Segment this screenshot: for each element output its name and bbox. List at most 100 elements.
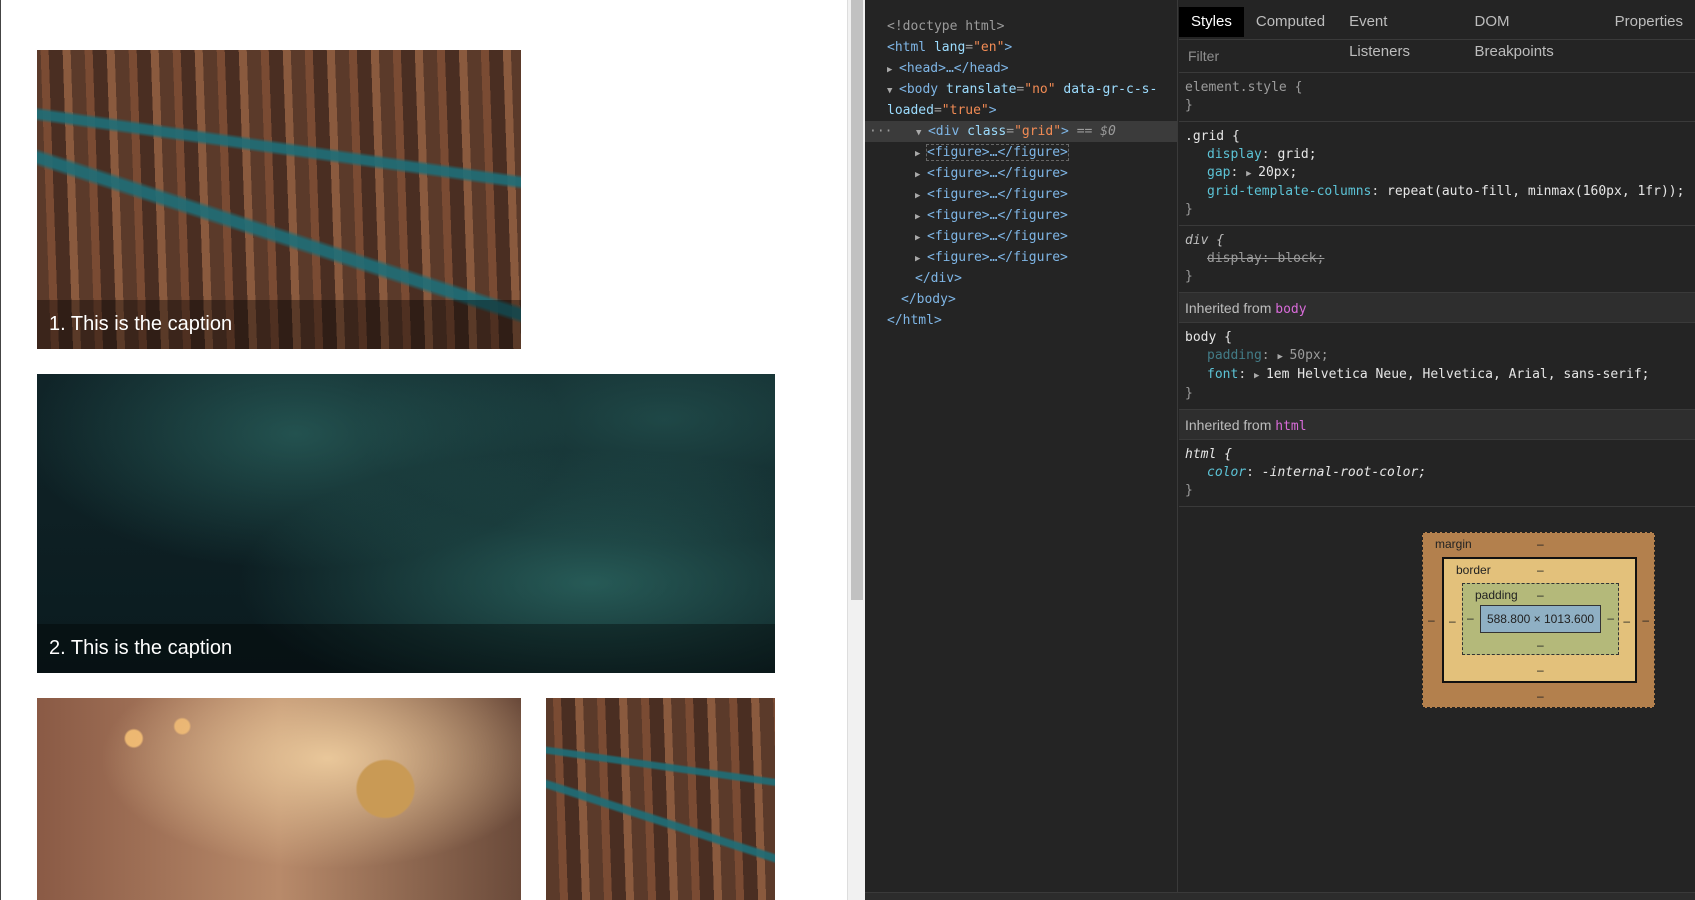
- box-model-padding[interactable]: padding – – – – 588.800 × 1013.600: [1462, 583, 1619, 655]
- tab-computed[interactable]: Computed: [1244, 7, 1337, 37]
- css-property[interactable]: padding: ▶ 50px;: [1185, 347, 1689, 366]
- dom-node-body[interactable]: ▼ <body translate="no" data-gr-c-s-: [865, 79, 1177, 100]
- margin-top-value[interactable]: –: [1537, 537, 1544, 551]
- tag-name: body: [906, 82, 939, 97]
- border-left-value[interactable]: –: [1449, 614, 1456, 628]
- expand-triangle-icon[interactable]: ▶: [915, 186, 927, 205]
- dom-node-figure[interactable]: ▶ <figure>…</figure>: [865, 163, 1177, 184]
- padding-label: padding: [1475, 588, 1518, 602]
- margin-bottom-value[interactable]: –: [1537, 689, 1544, 703]
- inherited-ref-link[interactable]: html: [1275, 419, 1306, 434]
- css-property[interactable]: grid-template-columns: repeat(auto-fill,…: [1185, 183, 1689, 201]
- closing-tag: </div>: [915, 271, 962, 286]
- figure-tag: <figure>…</figure>: [927, 250, 1068, 265]
- tag-name: html: [894, 40, 927, 55]
- attr-value: "en": [973, 40, 1005, 55]
- tab-dom-breakpoints[interactable]: DOM Breakpoints: [1463, 7, 1603, 60]
- attr-value: "no": [1024, 82, 1056, 97]
- expand-triangle-icon[interactable]: ▶: [915, 249, 927, 268]
- css-property[interactable]: gap: ▶ 20px;: [1185, 164, 1689, 183]
- attr-name: data-gr-c-s-: [1063, 82, 1158, 97]
- tab-event-listeners[interactable]: Event Listeners: [1337, 7, 1462, 60]
- figure-tag: <figure>…</figure>: [926, 144, 1069, 161]
- rule-selector[interactable]: element.style {: [1185, 79, 1689, 97]
- box-model-content-size[interactable]: 588.800 × 1013.600: [1480, 605, 1601, 633]
- tab-properties[interactable]: Properties: [1603, 7, 1695, 37]
- inherited-ref-link[interactable]: body: [1275, 302, 1306, 317]
- dom-node-figure[interactable]: ▶ <figure>…</figure>: [865, 184, 1177, 205]
- dom-node-html-close[interactable]: </html>: [865, 310, 1177, 331]
- css-property[interactable]: display: grid;: [1185, 146, 1689, 164]
- rule-selector[interactable]: html {: [1185, 446, 1689, 464]
- margin-left-value[interactable]: –: [1428, 613, 1435, 627]
- border-top-value[interactable]: –: [1537, 563, 1544, 577]
- figure-caption: 2. This is the caption: [37, 624, 775, 673]
- rule-selector[interactable]: div {: [1185, 232, 1689, 250]
- padding-right-value[interactable]: –: [1607, 611, 1614, 625]
- padding-left-value[interactable]: –: [1467, 611, 1474, 625]
- collapse-triangle-icon[interactable]: ▼: [887, 81, 899, 100]
- rule-close: }: [1185, 98, 1193, 113]
- rule-div: div { display: block; }: [1179, 226, 1695, 293]
- page-scrollbar[interactable]: [847, 0, 865, 900]
- figure-tag: <figure>…</figure>: [927, 229, 1068, 244]
- rule-body: body { padding: ▶ 50px; font: ▶ 1em Helvet…: [1179, 323, 1695, 410]
- dom-node-head[interactable]: ▶ <head>…</head>: [865, 58, 1177, 79]
- rule-selector[interactable]: body {: [1185, 329, 1689, 347]
- rule-close: }: [1185, 483, 1193, 498]
- expand-triangle-icon[interactable]: ▶: [915, 165, 927, 184]
- dom-node-figure[interactable]: ▶ <figure>…</figure>: [865, 226, 1177, 247]
- figure-tag: <figure>…</figure>: [927, 166, 1068, 181]
- dom-node-doctype[interactable]: <!doctype html>: [865, 16, 1177, 37]
- expand-triangle-icon[interactable]: ▶: [1277, 348, 1289, 366]
- inherited-label: Inherited from: [1185, 300, 1272, 316]
- margin-right-value[interactable]: –: [1642, 613, 1649, 627]
- selected-marker: == $0: [1076, 124, 1116, 139]
- dom-node-div-close[interactable]: </div>: [865, 268, 1177, 289]
- expand-triangle-icon[interactable]: ▶: [887, 60, 899, 79]
- page-viewport: 1. This is the caption 2. This is the ca…: [0, 0, 847, 900]
- expand-triangle-icon[interactable]: ▶: [915, 207, 927, 226]
- property-value: grid;: [1277, 147, 1317, 162]
- scrollbar-thumb[interactable]: [851, 0, 863, 600]
- border-right-value[interactable]: –: [1623, 614, 1630, 628]
- box-model-margin[interactable]: margin – – – – border – – – – padding – …: [1422, 532, 1655, 708]
- dom-node-div-grid-selected[interactable]: ··· ▼ <div class="grid"> == $0: [865, 121, 1177, 142]
- elements-tree: <!doctype html> <html lang="en"> ▶ <head>…: [865, 0, 1178, 900]
- property-value: 50px;: [1289, 348, 1329, 363]
- figure-2: 2. This is the caption: [37, 374, 775, 673]
- dom-node-figure[interactable]: ▶ <figure>…</figure>: [865, 205, 1177, 226]
- dom-node-figure[interactable]: ▶ <figure>…</figure>: [865, 142, 1177, 163]
- property-value: 20px;: [1258, 165, 1298, 180]
- css-property[interactable]: font: ▶ 1em Helvetica Neue, Helvetica, Ar…: [1185, 366, 1689, 385]
- property-value: 1em Helvetica Neue, Helvetica, Arial, sa…: [1265, 367, 1650, 382]
- figure-tag: <figure>…</figure>: [927, 187, 1068, 202]
- more-icon[interactable]: ···: [869, 124, 892, 139]
- dom-node-html[interactable]: <html lang="en">: [865, 37, 1177, 58]
- collapse-triangle-icon[interactable]: ▼: [916, 123, 928, 142]
- figure-caption: 1. This is the caption: [37, 300, 521, 349]
- border-bottom-value[interactable]: –: [1537, 663, 1544, 677]
- expand-triangle-icon[interactable]: ▶: [1246, 165, 1258, 183]
- expand-triangle-icon[interactable]: ▶: [915, 228, 927, 247]
- dom-node-body-cont[interactable]: loaded="true">: [865, 100, 1177, 121]
- css-property[interactable]: color: -internal-root-color;: [1185, 464, 1689, 482]
- rule-close: }: [1185, 386, 1193, 401]
- padding-top-value[interactable]: –: [1537, 588, 1544, 602]
- property-name: color: [1207, 465, 1247, 480]
- styles-filter-input[interactable]: Filter: [1179, 40, 1695, 73]
- dom-node-figure[interactable]: ▶ <figure>…</figure>: [865, 247, 1177, 268]
- attr-name: translate: [945, 82, 1017, 97]
- dom-node-body-close[interactable]: </body>: [865, 289, 1177, 310]
- figure-tag: <figure>…</figure>: [927, 208, 1068, 223]
- expand-triangle-icon[interactable]: ▶: [1254, 367, 1266, 385]
- property-value: repeat(auto-fill, minmax(160px, 1fr));: [1387, 184, 1685, 199]
- padding-bottom-value[interactable]: –: [1537, 638, 1544, 652]
- css-property-overridden[interactable]: display: block;: [1185, 250, 1689, 268]
- rule-grid: .grid { display: grid; gap: ▶ 20px; grid-…: [1179, 122, 1695, 226]
- tab-styles[interactable]: Styles: [1179, 7, 1244, 37]
- rule-selector[interactable]: .grid {: [1185, 128, 1689, 146]
- expand-triangle-icon[interactable]: ▶: [915, 144, 927, 163]
- closing-tag: </body>: [901, 292, 956, 307]
- box-model-border[interactable]: border – – – – padding – – – – 588.800 ×…: [1442, 557, 1637, 683]
